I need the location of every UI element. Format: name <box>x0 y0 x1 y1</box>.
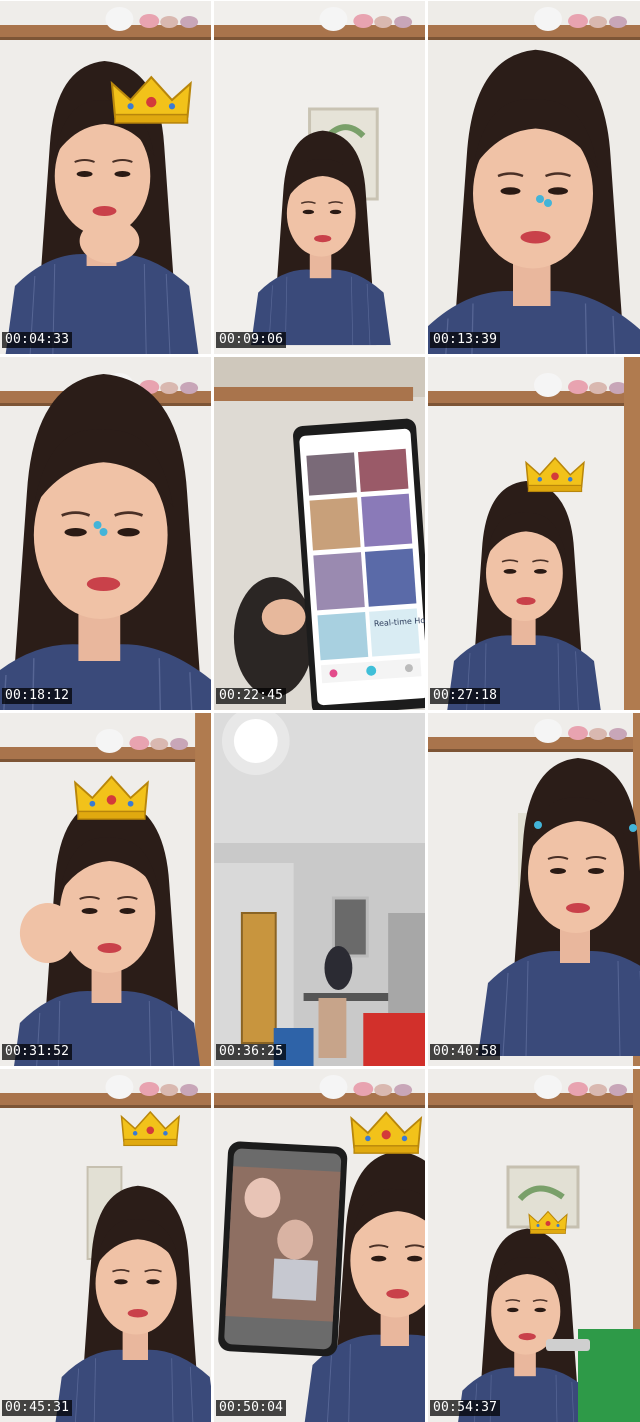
timestamp-label: 00:22:45 <box>216 688 287 704</box>
video-frame: 00:09:06 <box>214 1 425 354</box>
timestamp-label: 00:45:31 <box>2 1400 73 1416</box>
contact-sheet-grid: 00:04:33 00:09:06 00:13:39 00:18:12 Real… <box>0 0 640 1422</box>
timestamp-label: 00:40:58 <box>430 1044 501 1060</box>
video-frame: 00:04:33 <box>0 1 211 354</box>
video-frame: 00:13:39 <box>428 1 640 354</box>
timestamp-label: 00:27:18 <box>430 688 501 704</box>
frame-image <box>214 713 425 1066</box>
frame-image <box>0 1069 211 1422</box>
frame-image <box>428 1 640 354</box>
frame-image <box>214 1 425 354</box>
video-frame: 00:54:37 <box>428 1069 640 1422</box>
video-frame: 00:31:52 <box>0 713 211 1066</box>
frame-image <box>214 1069 425 1422</box>
frame-image <box>0 713 211 1066</box>
frame-image <box>0 1 211 354</box>
video-frame: 00:36:25 <box>214 713 425 1066</box>
timestamp-label: 00:50:04 <box>216 1400 287 1416</box>
frame-image: Real-time Host List <box>214 357 425 710</box>
frame-image <box>428 1069 640 1422</box>
timestamp-label: 00:31:52 <box>2 1044 73 1060</box>
timestamp-label: 00:36:25 <box>216 1044 287 1060</box>
video-frame: 00:18:12 <box>0 357 211 710</box>
timestamp-label: 00:54:37 <box>430 1400 501 1416</box>
frame-image <box>428 357 640 710</box>
video-frame: Real-time Host List 00:22:45 <box>214 357 425 710</box>
video-frame: 00:40:58 <box>428 713 640 1066</box>
timestamp-label: 00:18:12 <box>2 688 73 704</box>
video-frame: 00:27:18 <box>428 357 640 710</box>
frame-image <box>428 713 640 1066</box>
timestamp-label: 00:13:39 <box>430 332 501 348</box>
timestamp-label: 00:09:06 <box>216 332 287 348</box>
video-frame: 00:50:04 <box>214 1069 425 1422</box>
frame-image <box>0 357 211 710</box>
video-frame: 00:45:31 <box>0 1069 211 1422</box>
timestamp-label: 00:04:33 <box>2 332 73 348</box>
